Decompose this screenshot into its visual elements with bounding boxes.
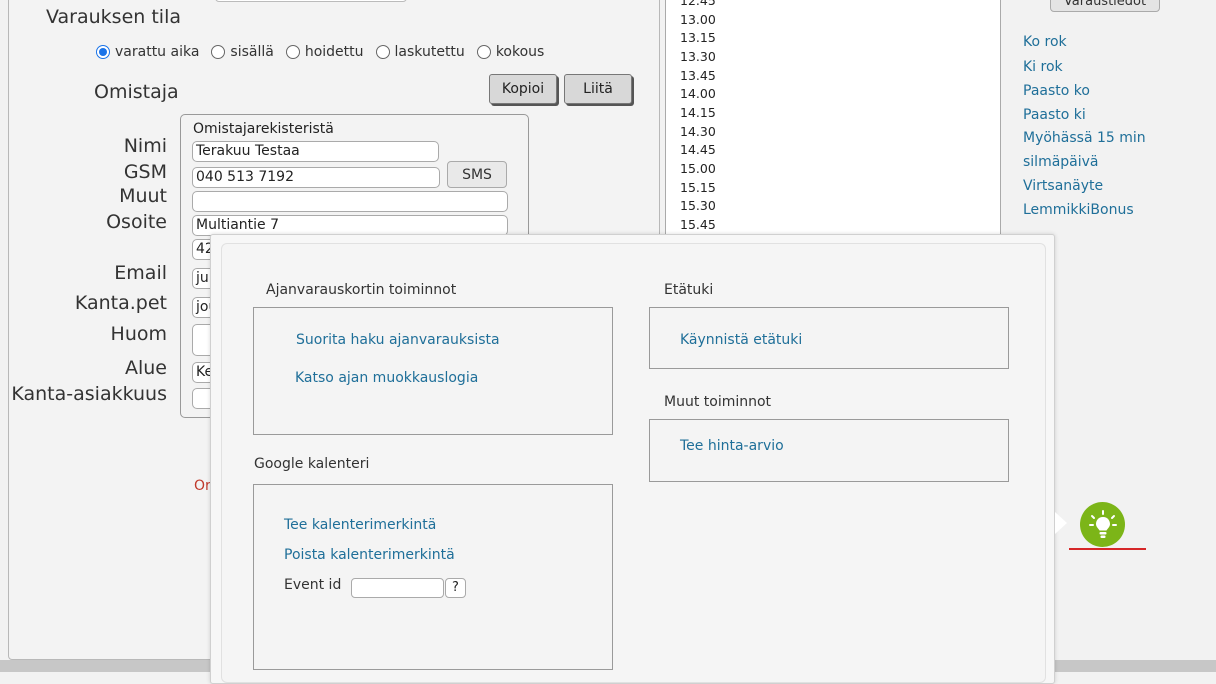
address-label: Osoite — [106, 211, 167, 233]
radio-label: varattu aika — [115, 44, 200, 60]
time-slot[interactable]: 13.30 — [680, 49, 716, 64]
lightbulb-icon[interactable] — [1080, 502, 1125, 547]
email-label: Email — [114, 262, 167, 284]
sms-button[interactable]: SMS — [447, 161, 507, 188]
time-slot[interactable]: 14.30 — [680, 124, 716, 139]
owner-registry-label: Omistajarekisteristä — [193, 121, 334, 137]
name-input[interactable]: Terakuu Testaa — [192, 141, 439, 162]
booking-card-title: Ajanvarauskortin toiminnot — [266, 282, 457, 298]
actions-overlay-inner: Ajanvarauskortin toiminnot Suorita haku … — [221, 243, 1046, 683]
address-input[interactable]: Multiantie 7 — [192, 215, 508, 236]
link-paasto-ki[interactable]: Paasto ki — [1023, 107, 1086, 123]
name-label: Nimi — [123, 135, 167, 157]
link-paasto-ko[interactable]: Paasto ko — [1023, 83, 1090, 99]
copy-button[interactable]: Kopioi — [489, 74, 557, 104]
paste-button[interactable]: Liitä — [564, 74, 632, 104]
time-slot[interactable]: 15.30 — [680, 198, 716, 213]
event-id-input[interactable] — [351, 578, 444, 598]
link-urine-sample[interactable]: Virtsanäyte — [1023, 178, 1103, 194]
radio-dot[interactable] — [375, 45, 390, 59]
event-id-help-button[interactable]: ? — [445, 578, 466, 598]
add-calendar-entry-link[interactable]: Tee kalenterimerkintä — [284, 517, 436, 533]
tip-underline — [1069, 548, 1146, 550]
google-calendar-title: Google kalenteri — [254, 456, 370, 472]
price-estimate-link[interactable]: Tee hinta-arvio — [680, 438, 784, 454]
link-ko-rok[interactable]: Ko rok — [1023, 34, 1067, 50]
gsm-input[interactable]: 040 513 7192 — [192, 167, 440, 188]
time-slot-list[interactable]: 12.45 13.00 13.15 13.30 13.45 14.00 14.1… — [665, 0, 1001, 241]
other-actions-title: Muut toiminnot — [664, 394, 772, 410]
other-label: Muut — [119, 185, 167, 207]
area-label: Alue — [124, 357, 167, 379]
radio-sisalla[interactable]: sisällä — [211, 44, 274, 60]
top-input-field[interactable] — [215, 0, 407, 2]
reservation-details-button[interactable]: Varaustiedot — [1050, 0, 1160, 12]
time-slot[interactable]: 15.15 — [680, 180, 716, 195]
delete-calendar-entry-link[interactable]: Poista kalenterimerkintä — [284, 547, 455, 563]
gsm-label: GSM — [123, 161, 167, 183]
link-pet-bonus[interactable]: LemmikkiBonus — [1023, 202, 1134, 218]
time-slot[interactable]: 13.15 — [680, 30, 716, 45]
actions-overlay: Ajanvarauskortin toiminnot Suorita haku … — [210, 234, 1055, 684]
time-slot[interactable]: 14.00 — [680, 86, 716, 101]
link-late-15-min[interactable]: Myöhässä 15 min — [1023, 130, 1146, 146]
radio-label: laskutettu — [394, 44, 465, 60]
radio-dot[interactable] — [285, 45, 300, 59]
radio-kokous[interactable]: kokous — [476, 44, 545, 60]
owner-heading: Omistaja — [94, 81, 179, 103]
time-slot[interactable]: 15.45 — [680, 217, 716, 232]
radio-dot[interactable] — [96, 45, 110, 59]
status-radio-group: varattu aika sisällä hoidettu laskutettu… — [96, 44, 556, 60]
radio-hoidettu[interactable]: hoidettu — [285, 44, 364, 60]
event-id-label: Event id — [284, 577, 342, 593]
reservation-status-label: Varauksen tila — [46, 6, 181, 28]
radio-label: hoidettu — [304, 44, 364, 60]
kanta-customer-label: Kanta-asiakkuus — [11, 383, 167, 405]
tip-pointer — [1055, 512, 1067, 534]
radio-dot[interactable] — [476, 45, 491, 59]
time-slot[interactable]: 15.00 — [680, 161, 716, 176]
radio-label: kokous — [495, 44, 545, 60]
time-slot[interactable]: 12.45 — [680, 0, 716, 8]
remote-support-title: Etätuki — [664, 282, 714, 298]
radio-varattu-aika[interactable]: varattu aika — [96, 44, 199, 60]
warning-text: Or — [194, 478, 211, 494]
time-slot[interactable]: 14.45 — [680, 142, 716, 157]
radio-label: sisällä — [230, 44, 274, 60]
time-slot[interactable]: 14.15 — [680, 105, 716, 120]
search-reservations-link[interactable]: Suorita haku ajanvarauksista — [296, 332, 500, 348]
time-slot[interactable]: 13.45 — [680, 68, 716, 83]
link-eye-day[interactable]: silmäpäivä — [1023, 154, 1099, 170]
kanta-pet-label: Kanta.pet — [74, 292, 167, 314]
radio-dot[interactable] — [211, 45, 226, 59]
edit-log-link[interactable]: Katso ajan muokkauslogia — [295, 370, 478, 386]
radio-laskutettu[interactable]: laskutettu — [375, 44, 465, 60]
time-slot[interactable]: 13.00 — [680, 12, 716, 27]
note-label: Huom — [110, 323, 167, 345]
other-input[interactable] — [192, 191, 508, 212]
start-remote-support-link[interactable]: Käynnistä etätuki — [680, 332, 802, 348]
link-ki-rok[interactable]: Ki rok — [1023, 59, 1063, 75]
